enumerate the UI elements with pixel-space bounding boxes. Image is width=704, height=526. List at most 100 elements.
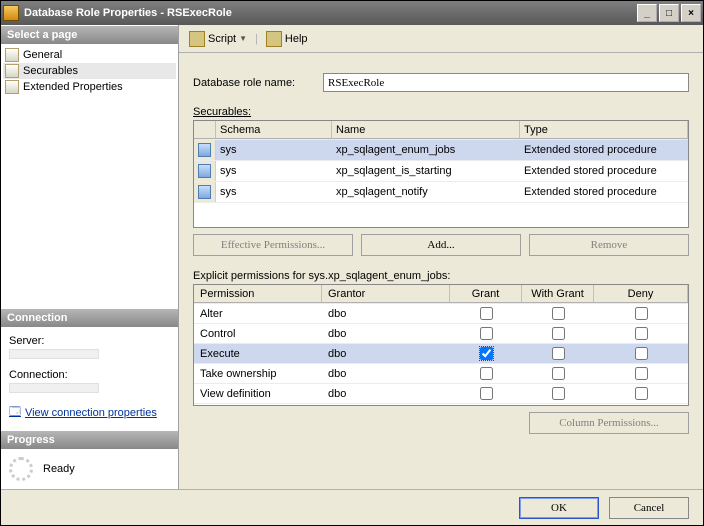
withgrant-checkbox[interactable] <box>552 367 565 380</box>
withgrant-checkbox[interactable] <box>552 307 565 320</box>
securable-row[interactable]: sysxp_sqlagent_is_startingExtended store… <box>194 161 688 182</box>
close-button[interactable]: × <box>681 4 701 22</box>
cell-permission: View definition <box>194 384 322 403</box>
nav-extended-properties[interactable]: Extended Properties <box>3 79 176 95</box>
connection-value <box>9 383 99 393</box>
col-deny[interactable]: Deny <box>594 285 688 303</box>
connection-icon: 🗔 <box>9 403 21 422</box>
grant-checkbox[interactable] <box>480 327 493 340</box>
role-name-label: Database role name: <box>193 77 323 89</box>
cell-type: Extended stored procedure <box>520 140 688 160</box>
view-connection-properties-link[interactable]: 🗔 View connection properties <box>9 403 170 422</box>
deny-checkbox[interactable] <box>635 387 648 400</box>
dialog-footer: OK Cancel <box>1 489 703 525</box>
cell-permission: Execute <box>194 344 322 363</box>
securable-row[interactable]: sysxp_sqlagent_notifyExtended stored pro… <box>194 182 688 203</box>
securables-label: Securables: <box>193 106 689 118</box>
col-grant[interactable]: Grant <box>450 285 522 303</box>
page-icon <box>5 64 19 78</box>
window-title: Database Role Properties - RSExecRole <box>24 7 635 19</box>
dropdown-arrow-icon: ▼ <box>239 34 247 43</box>
progress-header: Progress <box>1 430 178 449</box>
permission-row[interactable]: View definitiondbo <box>194 384 688 404</box>
stored-proc-icon <box>198 185 211 199</box>
script-label: Script <box>208 33 236 45</box>
deny-checkbox[interactable] <box>635 347 648 360</box>
cell-schema: sys <box>216 182 332 202</box>
server-value <box>9 349 99 359</box>
remove-button[interactable]: Remove <box>529 234 689 256</box>
help-label: Help <box>285 33 308 45</box>
main-panel: Script ▼ | Help Database role name: Secu… <box>179 25 703 489</box>
permissions-header-row: Permission Grantor Grant With Grant Deny <box>194 285 688 304</box>
stored-proc-icon <box>198 143 211 157</box>
explicit-permissions-label: Explicit permissions for sys.xp_sqlagent… <box>193 270 689 282</box>
minimize-button[interactable]: _ <box>637 4 657 22</box>
page-icon <box>5 48 19 62</box>
deny-checkbox[interactable] <box>635 327 648 340</box>
permission-row[interactable]: Controldbo <box>194 324 688 344</box>
permissions-grid[interactable]: Permission Grantor Grant With Grant Deny… <box>193 284 689 406</box>
ok-button[interactable]: OK <box>519 497 599 519</box>
sidebar: Select a page General Securables Extende… <box>1 25 179 489</box>
col-withgrant[interactable]: With Grant <box>522 285 594 303</box>
securable-row[interactable]: sysxp_sqlagent_enum_jobsExtended stored … <box>194 140 688 161</box>
grant-checkbox[interactable] <box>480 307 493 320</box>
app-icon <box>3 5 19 21</box>
connection-header: Connection <box>1 308 178 327</box>
add-button[interactable]: Add... <box>361 234 521 256</box>
nav-label: Extended Properties <box>23 81 123 93</box>
withgrant-checkbox[interactable] <box>552 347 565 360</box>
cell-schema: sys <box>216 140 332 160</box>
securables-header-row: Schema Name Type <box>194 121 688 140</box>
grant-checkbox[interactable] <box>480 367 493 380</box>
cell-grantor: dbo <box>322 344 450 363</box>
cell-permission: Alter <box>194 304 322 323</box>
cancel-button[interactable]: Cancel <box>609 497 689 519</box>
col-grantor[interactable]: Grantor <box>322 285 450 303</box>
nav-label: General <box>23 49 62 61</box>
permission-row[interactable]: Executedbo <box>194 344 688 364</box>
withgrant-checkbox[interactable] <box>552 387 565 400</box>
col-type[interactable]: Type <box>520 121 688 139</box>
progress-status: Ready <box>43 463 75 475</box>
withgrant-checkbox[interactable] <box>552 327 565 340</box>
permission-row[interactable]: Take ownershipdbo <box>194 364 688 384</box>
permission-row[interactable]: Alterdbo <box>194 304 688 324</box>
col-schema[interactable]: Schema <box>216 121 332 139</box>
grant-checkbox[interactable] <box>480 387 493 400</box>
stored-proc-icon <box>198 164 211 178</box>
deny-checkbox[interactable] <box>635 307 648 320</box>
cell-grantor: dbo <box>322 364 450 383</box>
nav-general[interactable]: General <box>3 47 176 63</box>
progress-spinner-icon <box>9 457 33 481</box>
cell-name: xp_sqlagent_notify <box>332 182 520 202</box>
cell-type: Extended stored procedure <box>520 182 688 202</box>
grant-checkbox[interactable] <box>480 347 493 360</box>
script-button[interactable]: Script ▼ <box>185 29 251 49</box>
page-nav: General Securables Extended Properties <box>1 44 178 98</box>
effective-permissions-button[interactable]: Effective Permissions... <box>193 234 353 256</box>
cell-name: xp_sqlagent_is_starting <box>332 161 520 181</box>
maximize-button[interactable]: □ <box>659 4 679 22</box>
col-permission[interactable]: Permission <box>194 285 322 303</box>
cell-grantor: dbo <box>322 304 450 323</box>
link-text: View connection properties <box>25 407 157 419</box>
cell-permission: Control <box>194 324 322 343</box>
nav-securables[interactable]: Securables <box>3 63 176 79</box>
role-name-input[interactable] <box>323 73 689 92</box>
toolbar: Script ▼ | Help <box>179 25 703 53</box>
help-icon <box>266 31 282 47</box>
deny-checkbox[interactable] <box>635 367 648 380</box>
col-name[interactable]: Name <box>332 121 520 139</box>
column-permissions-button[interactable]: Column Permissions... <box>529 412 689 434</box>
select-page-header: Select a page <box>1 25 178 44</box>
cell-grantor: dbo <box>322 384 450 403</box>
page-icon <box>5 80 19 94</box>
cell-name: xp_sqlagent_enum_jobs <box>332 140 520 160</box>
cell-permission: Take ownership <box>194 364 322 383</box>
help-button[interactable]: Help <box>262 29 312 49</box>
connection-label: Connection: <box>9 369 170 381</box>
server-label: Server: <box>9 335 170 347</box>
securables-grid[interactable]: Schema Name Type sysxp_sqlagent_enum_job… <box>193 120 689 228</box>
